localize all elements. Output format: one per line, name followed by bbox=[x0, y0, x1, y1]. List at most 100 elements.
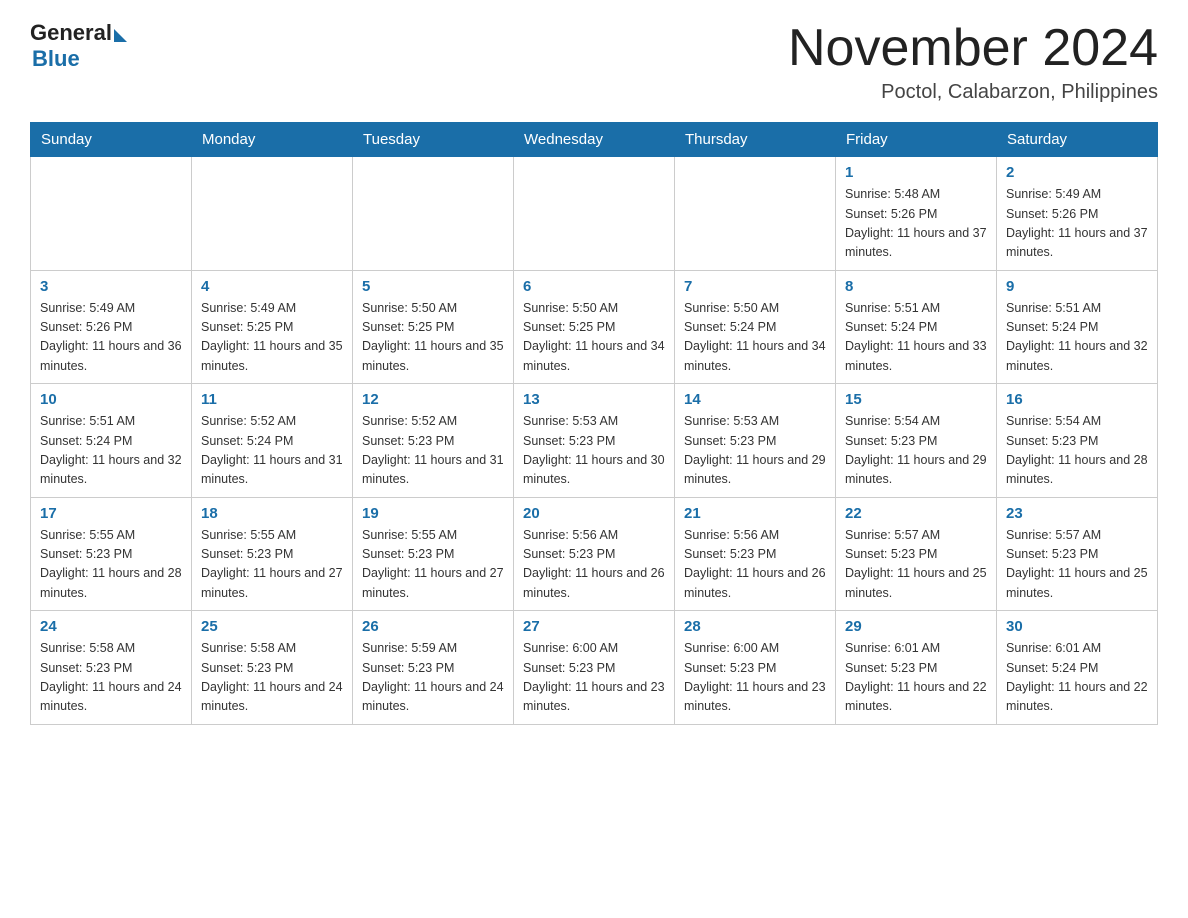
calendar-day-cell bbox=[514, 157, 675, 271]
day-sun-info: Sunrise: 5:57 AM Sunset: 5:23 PM Dayligh… bbox=[1006, 526, 1148, 604]
calendar-day-cell bbox=[353, 157, 514, 271]
day-number: 13 bbox=[523, 391, 665, 408]
calendar-day-cell: 9Sunrise: 5:51 AM Sunset: 5:24 PM Daylig… bbox=[997, 270, 1158, 384]
day-of-week-header: Wednesday bbox=[514, 123, 675, 157]
day-number: 11 bbox=[201, 391, 343, 408]
calendar-day-cell: 12Sunrise: 5:52 AM Sunset: 5:23 PM Dayli… bbox=[353, 384, 514, 498]
day-number: 5 bbox=[362, 278, 504, 295]
day-sun-info: Sunrise: 6:01 AM Sunset: 5:23 PM Dayligh… bbox=[845, 639, 987, 717]
calendar-body: 1 Sunrise: 5:48 AM Sunset: 5:26 PM Daylig… bbox=[31, 157, 1158, 725]
calendar-day-cell: 16Sunrise: 5:54 AM Sunset: 5:23 PM Dayli… bbox=[997, 384, 1158, 498]
day-sun-info: Sunrise: 5:49 AM Sunset: 5:26 PM Dayligh… bbox=[40, 299, 182, 377]
day-sun-info: Sunrise: 5:48 AM Sunset: 5:26 PM Dayligh… bbox=[845, 185, 987, 263]
day-sun-info: Sunrise: 5:55 AM Sunset: 5:23 PM Dayligh… bbox=[201, 526, 343, 604]
day-number: 18 bbox=[201, 505, 343, 522]
calendar-day-cell: 30 Sunrise: 6:01 AM Sunset: 5:24 PM Dayli… bbox=[997, 611, 1158, 725]
calendar-day-cell: 29 Sunrise: 6:01 AM Sunset: 5:23 PM Dayli… bbox=[836, 611, 997, 725]
day-number: 27 bbox=[523, 618, 665, 635]
day-number: 17 bbox=[40, 505, 182, 522]
day-number: 28 bbox=[684, 618, 826, 635]
day-sun-info: Sunrise: 5:54 AM Sunset: 5:23 PM Dayligh… bbox=[1006, 412, 1148, 490]
day-sun-info: Sunrise: 6:00 AM Sunset: 5:23 PM Dayligh… bbox=[684, 639, 826, 717]
day-of-week-header: Sunday bbox=[31, 123, 192, 157]
calendar-week-row: 1 Sunrise: 5:48 AM Sunset: 5:26 PM Daylig… bbox=[31, 157, 1158, 271]
day-number: 3 bbox=[40, 278, 182, 295]
calendar-day-cell: 5 Sunrise: 5:50 AM Sunset: 5:25 PM Daylig… bbox=[353, 270, 514, 384]
day-number: 1 bbox=[845, 164, 987, 181]
calendar-day-cell: 19Sunrise: 5:55 AM Sunset: 5:23 PM Dayli… bbox=[353, 497, 514, 611]
day-sun-info: Sunrise: 5:56 AM Sunset: 5:23 PM Dayligh… bbox=[684, 526, 826, 604]
page-header: General Blue November 2024 Poctol, Calab… bbox=[30, 20, 1158, 104]
logo-general-text: General bbox=[30, 20, 112, 46]
calendar-day-cell: 22 Sunrise: 5:57 AM Sunset: 5:23 PM Dayli… bbox=[836, 497, 997, 611]
day-number: 4 bbox=[201, 278, 343, 295]
calendar-table: SundayMondayTuesdayWednesdayThursdayFrid… bbox=[30, 122, 1158, 725]
day-sun-info: Sunrise: 5:59 AM Sunset: 5:23 PM Dayligh… bbox=[362, 639, 504, 717]
calendar-day-cell: 28 Sunrise: 6:00 AM Sunset: 5:23 PM Dayli… bbox=[675, 611, 836, 725]
calendar-day-cell: 25 Sunrise: 5:58 AM Sunset: 5:23 PM Dayli… bbox=[192, 611, 353, 725]
day-sun-info: Sunrise: 5:53 AM Sunset: 5:23 PM Dayligh… bbox=[523, 412, 665, 490]
day-of-week-header: Tuesday bbox=[353, 123, 514, 157]
day-sun-info: Sunrise: 6:01 AM Sunset: 5:24 PM Dayligh… bbox=[1006, 639, 1148, 717]
calendar-week-row: 24 Sunrise: 5:58 AM Sunset: 5:23 PM Dayli… bbox=[31, 611, 1158, 725]
day-number: 21 bbox=[684, 505, 826, 522]
day-sun-info: Sunrise: 5:51 AM Sunset: 5:24 PM Dayligh… bbox=[1006, 299, 1148, 377]
calendar-day-cell bbox=[31, 157, 192, 271]
day-number: 25 bbox=[201, 618, 343, 635]
day-sun-info: Sunrise: 5:56 AM Sunset: 5:23 PM Dayligh… bbox=[523, 526, 665, 604]
day-number: 8 bbox=[845, 278, 987, 295]
calendar-day-cell: 4Sunrise: 5:49 AM Sunset: 5:25 PM Daylig… bbox=[192, 270, 353, 384]
day-number: 22 bbox=[845, 505, 987, 522]
day-number: 30 bbox=[1006, 618, 1148, 635]
calendar-day-cell: 20Sunrise: 5:56 AM Sunset: 5:23 PM Dayli… bbox=[514, 497, 675, 611]
day-sun-info: Sunrise: 5:58 AM Sunset: 5:23 PM Dayligh… bbox=[201, 639, 343, 717]
calendar-day-cell: 17 Sunrise: 5:55 AM Sunset: 5:23 PM Dayli… bbox=[31, 497, 192, 611]
calendar-header: SundayMondayTuesdayWednesdayThursdayFrid… bbox=[31, 123, 1158, 157]
day-sun-info: Sunrise: 5:53 AM Sunset: 5:23 PM Dayligh… bbox=[684, 412, 826, 490]
calendar-day-cell: 23 Sunrise: 5:57 AM Sunset: 5:23 PM Dayli… bbox=[997, 497, 1158, 611]
calendar-day-cell: 2Sunrise: 5:49 AM Sunset: 5:26 PM Daylig… bbox=[997, 157, 1158, 271]
day-number: 26 bbox=[362, 618, 504, 635]
day-sun-info: Sunrise: 5:55 AM Sunset: 5:23 PM Dayligh… bbox=[40, 526, 182, 604]
day-sun-info: Sunrise: 5:52 AM Sunset: 5:24 PM Dayligh… bbox=[201, 412, 343, 490]
calendar-day-cell: 3 Sunrise: 5:49 AM Sunset: 5:26 PM Daylig… bbox=[31, 270, 192, 384]
calendar-day-cell bbox=[192, 157, 353, 271]
day-sun-info: Sunrise: 5:49 AM Sunset: 5:26 PM Dayligh… bbox=[1006, 185, 1148, 263]
logo-blue-text: Blue bbox=[32, 46, 80, 72]
calendar-week-row: 17 Sunrise: 5:55 AM Sunset: 5:23 PM Dayli… bbox=[31, 497, 1158, 611]
month-year-title: November 2024 bbox=[788, 20, 1158, 77]
day-number: 23 bbox=[1006, 505, 1148, 522]
location-subtitle: Poctol, Calabarzon, Philippines bbox=[788, 81, 1158, 104]
day-sun-info: Sunrise: 5:51 AM Sunset: 5:24 PM Dayligh… bbox=[845, 299, 987, 377]
day-sun-info: Sunrise: 5:50 AM Sunset: 5:25 PM Dayligh… bbox=[362, 299, 504, 377]
day-sun-info: Sunrise: 5:50 AM Sunset: 5:25 PM Dayligh… bbox=[523, 299, 665, 377]
calendar-day-cell: 10 Sunrise: 5:51 AM Sunset: 5:24 PM Dayli… bbox=[31, 384, 192, 498]
calendar-day-cell: 6Sunrise: 5:50 AM Sunset: 5:25 PM Daylig… bbox=[514, 270, 675, 384]
calendar-day-cell: 21 Sunrise: 5:56 AM Sunset: 5:23 PM Dayli… bbox=[675, 497, 836, 611]
day-of-week-header: Friday bbox=[836, 123, 997, 157]
logo: General Blue bbox=[30, 20, 127, 72]
day-sun-info: Sunrise: 5:57 AM Sunset: 5:23 PM Dayligh… bbox=[845, 526, 987, 604]
calendar-day-cell: 1 Sunrise: 5:48 AM Sunset: 5:26 PM Daylig… bbox=[836, 157, 997, 271]
day-sun-info: Sunrise: 6:00 AM Sunset: 5:23 PM Dayligh… bbox=[523, 639, 665, 717]
day-number: 19 bbox=[362, 505, 504, 522]
day-sun-info: Sunrise: 5:50 AM Sunset: 5:24 PM Dayligh… bbox=[684, 299, 826, 377]
day-number: 15 bbox=[845, 391, 987, 408]
calendar-day-cell: 26 Sunrise: 5:59 AM Sunset: 5:23 PM Dayli… bbox=[353, 611, 514, 725]
day-number: 14 bbox=[684, 391, 826, 408]
logo-triangle-icon bbox=[114, 29, 127, 42]
day-of-week-header: Thursday bbox=[675, 123, 836, 157]
calendar-week-row: 3 Sunrise: 5:49 AM Sunset: 5:26 PM Daylig… bbox=[31, 270, 1158, 384]
calendar-day-cell: 18 Sunrise: 5:55 AM Sunset: 5:23 PM Dayli… bbox=[192, 497, 353, 611]
calendar-week-row: 10 Sunrise: 5:51 AM Sunset: 5:24 PM Dayli… bbox=[31, 384, 1158, 498]
day-sun-info: Sunrise: 5:51 AM Sunset: 5:24 PM Dayligh… bbox=[40, 412, 182, 490]
day-number: 29 bbox=[845, 618, 987, 635]
calendar-day-cell: 8 Sunrise: 5:51 AM Sunset: 5:24 PM Daylig… bbox=[836, 270, 997, 384]
day-number: 24 bbox=[40, 618, 182, 635]
day-sun-info: Sunrise: 5:54 AM Sunset: 5:23 PM Dayligh… bbox=[845, 412, 987, 490]
day-sun-info: Sunrise: 5:58 AM Sunset: 5:23 PM Dayligh… bbox=[40, 639, 182, 717]
calendar-day-cell: 7Sunrise: 5:50 AM Sunset: 5:24 PM Daylig… bbox=[675, 270, 836, 384]
calendar-day-cell: 13 Sunrise: 5:53 AM Sunset: 5:23 PM Dayli… bbox=[514, 384, 675, 498]
day-number: 10 bbox=[40, 391, 182, 408]
day-number: 12 bbox=[362, 391, 504, 408]
